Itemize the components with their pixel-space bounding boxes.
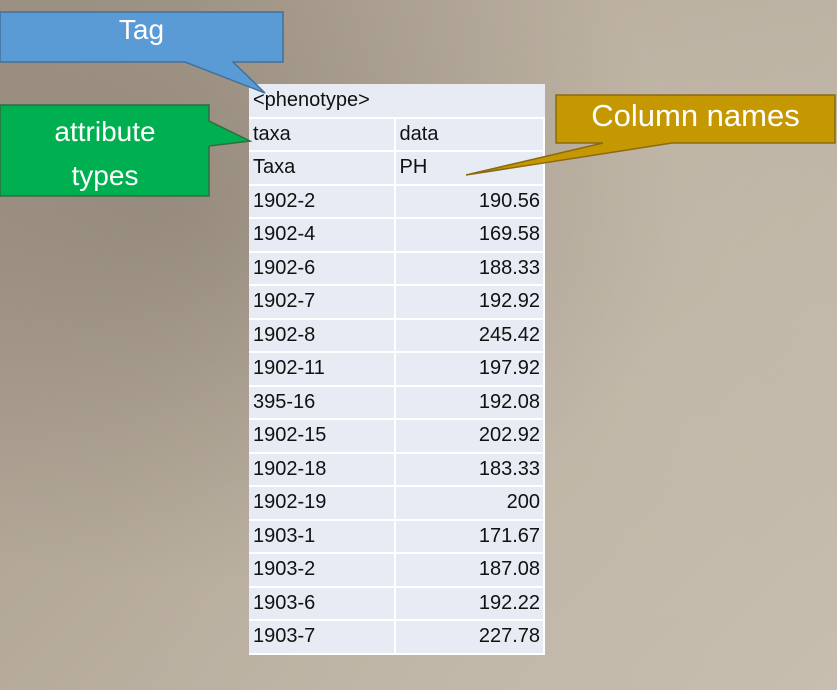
table-row: 1902-2 190.56 (249, 184, 546, 219)
ph-value-cell: 197.92 (394, 352, 546, 387)
taxa-cell: 1903-7 (249, 620, 396, 655)
taxa-cell: 1902-8 (249, 318, 396, 353)
table-row: 1902-6 188.33 (249, 251, 546, 286)
ph-value-cell: 183.33 (394, 452, 546, 487)
taxa-cell: 1902-11 (249, 352, 396, 387)
taxa-cell: 1902-15 (249, 419, 396, 454)
ph-value-cell: 190.56 (394, 184, 546, 219)
tag-callout-label: Tag (118, 14, 165, 45)
tag-row: <phenotype> (249, 84, 544, 119)
table-row: 1902-11 197.92 (249, 352, 546, 387)
phenotype-table: <phenotype> taxa data Taxa PH 1902-2 190.… (249, 84, 546, 655)
slide: <phenotype> taxa data Taxa PH 1902-2 190.… (0, 0, 837, 690)
taxa-cell: 395-16 (249, 385, 396, 420)
ph-value-cell: 245.42 (394, 318, 546, 353)
column-names-row: Taxa PH (249, 151, 546, 186)
ph-value-cell: 192.22 (394, 586, 546, 621)
taxa-cell: 1902-6 (249, 251, 396, 286)
taxa-cell: 1902-18 (249, 452, 396, 487)
attribute-types-callout-label: attribute types (0, 110, 210, 198)
table-row: 1903-2 187.08 (249, 553, 546, 588)
tag-cell: <phenotype> (249, 84, 544, 119)
attribute-type-cell: taxa (249, 117, 396, 152)
table-row: 1902-15 202.92 (249, 419, 546, 454)
column-names-callout-label: Column names (591, 98, 800, 133)
ph-value-cell: 192.08 (394, 385, 546, 420)
table-row: 1903-7 227.78 (249, 620, 546, 655)
taxa-cell: 1903-1 (249, 519, 396, 554)
ph-value-cell: 202.92 (394, 419, 546, 454)
table-row: 1903-6 192.22 (249, 586, 546, 621)
table-row: 1902-7 192.92 (249, 285, 546, 320)
taxa-cell: 1903-6 (249, 586, 396, 621)
ph-value-cell: 200 (394, 486, 546, 521)
attribute-types-line1: attribute (54, 116, 156, 147)
table-row: 1902-19 200 (249, 486, 546, 521)
table-row: 1902-8 245.42 (249, 318, 546, 353)
taxa-cell: 1902-4 (249, 218, 396, 253)
taxa-cell: 1903-2 (249, 553, 396, 588)
table-row: 395-16 192.08 (249, 385, 546, 420)
table-row: 1902-4 169.58 (249, 218, 546, 253)
ph-value-cell: 187.08 (394, 553, 546, 588)
ph-value-cell: 169.58 (394, 218, 546, 253)
ph-value-cell: 171.67 (394, 519, 546, 554)
table-row: 1902-18 183.33 (249, 452, 546, 487)
attribute-type-cell: data (394, 117, 546, 152)
taxa-cell: 1902-7 (249, 285, 396, 320)
ph-value-cell: 227.78 (394, 620, 546, 655)
column-name-cell: Taxa (249, 151, 396, 186)
ph-value-cell: 192.92 (394, 285, 546, 320)
attribute-types-row: taxa data (249, 117, 546, 152)
table-row: 1903-1 171.67 (249, 519, 546, 554)
taxa-cell: 1902-2 (249, 184, 396, 219)
column-name-cell: PH (394, 151, 546, 186)
ph-value-cell: 188.33 (394, 251, 546, 286)
attribute-types-line2: types (71, 160, 139, 191)
taxa-cell: 1902-19 (249, 486, 396, 521)
